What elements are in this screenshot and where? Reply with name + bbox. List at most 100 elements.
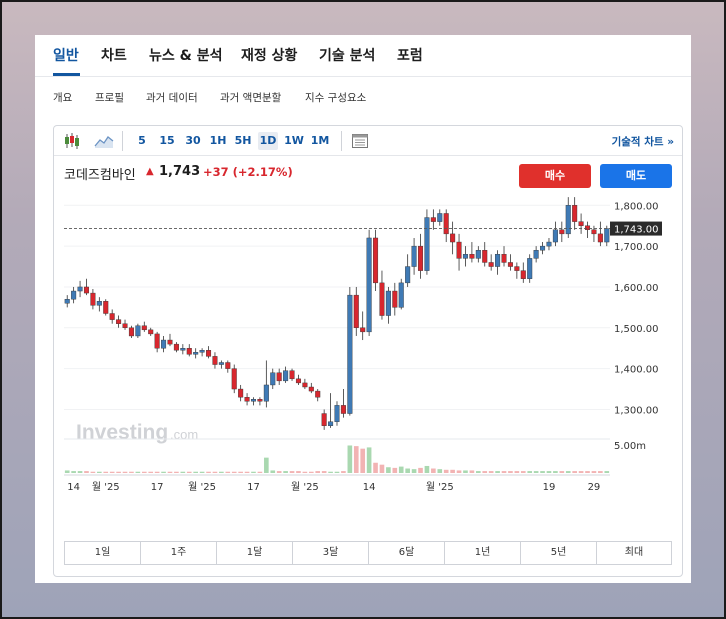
y-tick-label: 1,300.00 [614,405,659,416]
volume-bar [379,464,385,473]
candle-body [321,413,327,426]
table-icon[interactable] [351,132,369,150]
candle-body [443,213,449,235]
volume-bar [353,446,359,473]
volume-bar [90,471,96,473]
up-arrow-icon: ▲ [146,166,154,177]
volume-bar [424,465,430,473]
subtab-split-history[interactable]: 과거 액면분할 [220,90,281,105]
volume-bar [456,470,462,473]
volume-bar [109,471,115,473]
tab-financials[interactable]: 재정 상황 [241,45,297,65]
candle-body [83,286,89,294]
volume-bar [77,471,83,473]
volume-bar [565,471,571,473]
interval-30[interactable]: 30 [183,132,203,150]
volume-bar [238,471,243,473]
candle-body [347,294,353,414]
subtab-index-components[interactable]: 지수 구성요소 [305,90,366,105]
volume-bar [514,471,520,473]
sell-button[interactable]: 매도 [600,164,672,188]
price-chart[interactable]: Investing .com 1,300.00 1,400.00 1,500.00 1,6… [54,191,682,536]
tab-news-analysis[interactable]: 뉴스 & 분석 [149,45,222,65]
candle-body [186,348,192,355]
candle-body [437,213,443,222]
candle-body [353,294,359,328]
volume-bar [469,470,475,473]
candle-body [173,343,179,351]
range-3m[interactable]: 3달 [293,542,369,564]
volume-bar [386,467,391,473]
interval-5h[interactable]: 5H [233,132,253,150]
interval-1m[interactable]: 1M [309,132,331,150]
range-1y[interactable]: 1년 [445,542,521,564]
candle-body [328,421,334,426]
volume-bar [302,471,308,473]
volume-bar [154,471,160,473]
interval-15[interactable]: 15 [157,132,177,150]
volume-bar [180,471,186,473]
candlestick-icon[interactable] [62,131,82,151]
volume-bar [186,471,192,473]
candle-body [572,205,578,222]
buy-button[interactable]: 매수 [519,164,591,188]
volume-bar [366,447,372,473]
candle-body [462,254,468,259]
area-chart-icon[interactable] [94,132,114,150]
candle-body [206,350,212,357]
technical-chart-link[interactable]: 기술적 차트 » [612,134,674,149]
volume-bar [604,471,610,473]
volume-bar [270,470,276,473]
volume-bar [341,471,346,473]
volume-bar [495,471,500,473]
range-1w[interactable]: 1주 [141,542,217,564]
candle-body [90,292,96,306]
candle-body [540,245,546,251]
range-1m[interactable]: 1달 [217,542,293,564]
range-5y[interactable]: 5년 [521,542,597,564]
subtab-profile[interactable]: 프로필 [95,90,124,105]
candle-body [212,356,218,365]
volume-bar [334,471,340,473]
x-tick-label: 월 '25 [291,481,319,493]
range-max[interactable]: 최대 [597,542,671,564]
candle-body [385,290,391,316]
candle-body [270,372,276,386]
y-tick-label: 1,600.00 [614,283,659,294]
candle-body [308,386,314,392]
candle-body [135,325,141,337]
volume-bar [431,468,436,473]
chart-panel: 5 15 30 1H 5H 1D 1W 1M 기술적 차트 » 코데즈컴바인 ▲… [53,125,683,577]
volume-scale-label: 5.00m [614,441,646,452]
range-6m[interactable]: 6달 [369,542,445,564]
volume-bar [308,471,314,473]
volume-bar [546,471,552,473]
x-tick-label: 17 [151,482,164,493]
candle-body [283,370,289,382]
volume-bar [193,471,198,473]
subtab-historical-data[interactable]: 과거 데이터 [146,90,198,105]
active-tab-indicator [53,73,80,76]
interval-1h[interactable]: 1H [208,132,228,150]
candle-body [77,286,83,292]
candle-body [379,282,385,316]
volume-bar [135,471,141,473]
tab-technical[interactable]: 기술 분석 [319,45,375,65]
symbol-change: +37 (+2.17%) [203,165,293,179]
interval-1w[interactable]: 1W [283,132,305,150]
volume-bar [116,471,121,473]
tab-general[interactable]: 일반 [53,45,79,65]
candle-body [456,241,462,259]
candle-body [295,378,301,384]
main-nav: 일반 차트 뉴스 & 분석 재정 상황 기술 분석 포럼 [35,35,691,77]
interval-1d[interactable]: 1D [258,132,278,150]
change-value: +37 [203,165,229,179]
tab-forum[interactable]: 포럼 [397,45,423,65]
volume-bar [450,469,455,473]
tab-chart[interactable]: 차트 [101,45,127,65]
candle-body [199,350,205,353]
subtab-overview[interactable]: 개요 [53,90,72,105]
interval-5[interactable]: 5 [134,132,150,150]
volume-bar [129,471,134,473]
range-1d[interactable]: 1일 [65,542,141,564]
